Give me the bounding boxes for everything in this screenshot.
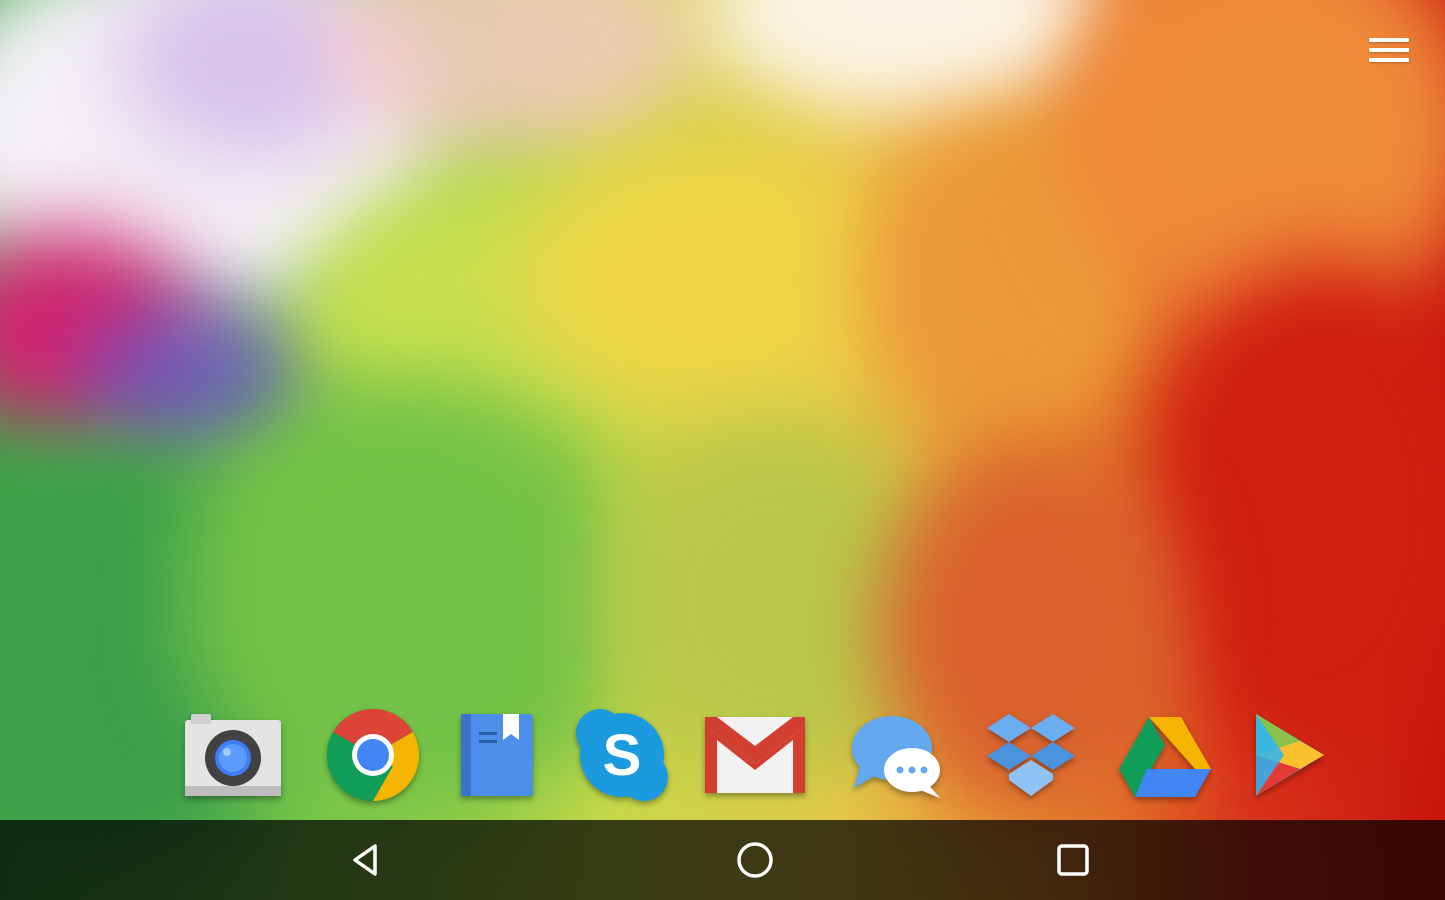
gmail-app-button[interactable]: [700, 700, 810, 810]
play-books-icon: [461, 714, 533, 796]
menu-line: [1369, 58, 1409, 62]
back-button[interactable]: [330, 825, 400, 895]
google-drive-icon: [1119, 717, 1211, 797]
navigation-bar: [0, 820, 1445, 900]
app-dock: S: [0, 690, 1445, 815]
hamburger-menu-icon[interactable]: [1363, 28, 1415, 72]
camera-icon: [185, 714, 281, 796]
camera-app-button[interactable]: [178, 700, 288, 810]
recents-button[interactable]: [1038, 825, 1108, 895]
play-store-icon: [1256, 714, 1324, 796]
recents-icon: [1057, 844, 1089, 876]
play-books-app-button[interactable]: [442, 700, 552, 810]
menu-line: [1369, 38, 1409, 42]
home-screen: S: [0, 0, 1445, 900]
menu-line: [1369, 48, 1409, 52]
messenger-app-button[interactable]: [842, 700, 952, 810]
messenger-icon: [852, 716, 940, 798]
home-icon: [737, 842, 773, 878]
skype-app-button[interactable]: S: [567, 700, 677, 810]
skype-glyph: S: [603, 723, 642, 788]
chrome-icon: [327, 709, 419, 801]
google-drive-app-button[interactable]: [1110, 700, 1220, 810]
skype-icon: S: [576, 709, 668, 801]
dropbox-app-button[interactable]: [976, 700, 1086, 810]
back-icon: [353, 844, 377, 876]
chrome-app-button[interactable]: [318, 700, 428, 810]
play-store-app-button[interactable]: [1232, 700, 1342, 810]
dropbox-icon: [987, 714, 1075, 796]
gmail-icon: [705, 717, 805, 793]
home-button[interactable]: [720, 825, 790, 895]
